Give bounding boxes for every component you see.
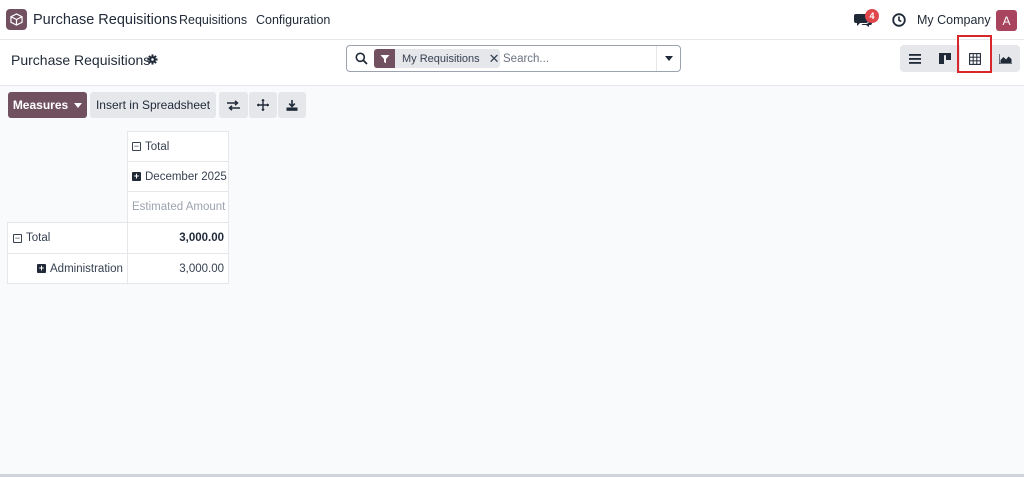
collapse-icon: − <box>13 232 22 243</box>
col-header-month[interactable]: + December 2025 <box>127 161 229 192</box>
clock-icon[interactable] <box>892 13 906 27</box>
measures-button[interactable]: Measures <box>8 92 87 118</box>
expand-icon: + <box>37 263 46 273</box>
insert-spreadsheet-label: Insert in Spreadsheet <box>95 98 211 112</box>
close-icon[interactable]: ✕ <box>489 52 500 65</box>
box-icon <box>10 13 23 26</box>
row-header-administration[interactable]: + Administration <box>7 253 128 284</box>
measure-header[interactable]: Estimated Amount <box>127 191 229 223</box>
top-navbar: Purchase Requisitions Requisitions Confi… <box>0 0 1024 40</box>
menu-configuration[interactable]: Configuration <box>256 13 330 27</box>
company-switcher[interactable]: My Company <box>917 13 991 27</box>
row-header-total-label: Total <box>26 232 51 244</box>
app-icon[interactable] <box>6 9 27 30</box>
list-view-icon <box>909 53 921 64</box>
area-chart-icon <box>998 53 1012 64</box>
expand-icon: + <box>132 171 141 181</box>
download-button[interactable] <box>278 92 306 118</box>
pivot-cell-total[interactable]: 3,000.00 <box>127 222 229 254</box>
notification-badge: 4 <box>865 9 879 23</box>
kanban-view-button[interactable] <box>930 45 960 72</box>
flip-axis-button[interactable] <box>219 92 248 118</box>
insert-spreadsheet-button[interactable]: Insert in Spreadsheet <box>90 92 216 118</box>
col-header-month-label: December 2025 <box>145 170 227 183</box>
page-title: Purchase Requisitions <box>11 52 151 68</box>
gear-icon[interactable] <box>147 54 158 65</box>
search-bar: My Requisitions ✕ <box>346 45 681 72</box>
view-switcher <box>900 45 1020 72</box>
list-view-button[interactable] <box>900 45 930 72</box>
search-input[interactable] <box>503 50 653 68</box>
arrows-move-icon <box>257 99 269 111</box>
collapse-icon: − <box>132 141 141 151</box>
filter-icon <box>374 49 395 68</box>
caret-down-icon <box>664 56 673 61</box>
search-icon[interactable] <box>355 52 368 65</box>
exchange-icon <box>227 99 240 111</box>
facet-label: My Requisitions <box>402 52 480 65</box>
row-header-total[interactable]: − Total <box>7 222 128 254</box>
search-facet: My Requisitions ✕ <box>374 49 500 68</box>
graph-view-button[interactable] <box>990 45 1020 72</box>
col-header-total[interactable]: − Total <box>127 131 229 162</box>
download-icon <box>286 99 298 111</box>
expand-all-button[interactable] <box>249 92 277 118</box>
pivot-view-icon <box>969 52 981 65</box>
kanban-view-icon <box>939 53 951 64</box>
pivot-cell-administration[interactable]: 3,000.00 <box>127 253 229 284</box>
col-header-total-label: Total <box>145 140 170 153</box>
menu-requisitions[interactable]: Requisitions <box>179 13 247 27</box>
measure-header-label: Estimated Amount <box>132 201 226 213</box>
search-options-toggle[interactable] <box>656 46 680 71</box>
pivot-cell-administration-value: 3,000.00 <box>179 262 224 275</box>
user-avatar[interactable]: A <box>996 10 1017 31</box>
caret-down-icon <box>74 102 83 108</box>
control-panel: Purchase Requisitions My Requisitions ✕ <box>0 40 1024 86</box>
pivot-cell-total-value: 3,000.00 <box>179 232 224 244</box>
pivot-view-button[interactable] <box>960 45 990 72</box>
row-header-administration-label: Administration <box>50 262 123 275</box>
measures-label: Measures <box>12 98 69 112</box>
app-name[interactable]: Purchase Requisitions <box>33 12 177 28</box>
